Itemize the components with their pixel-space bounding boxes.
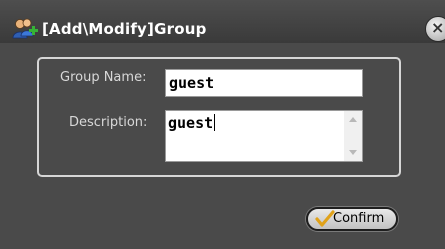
confirm-button[interactable]: Confirm [306,207,398,231]
group-dialog: [Add\Modify]Group × Group Name: Descript… [0,0,445,249]
scroll-down-arrow-icon[interactable] [344,146,362,160]
group-name-label: Group Name: [60,70,147,85]
close-icon: × [431,18,445,37]
confirm-label: Confirm [333,211,385,226]
group-name-input[interactable] [165,69,363,97]
description-value: guest [168,114,214,132]
dialog-title: [Add\Modify]Group [42,20,207,38]
description-text: guest [168,114,216,132]
close-button[interactable]: × [425,16,445,42]
description-scrollbar[interactable] [344,111,362,161]
scroll-up-arrow-icon[interactable] [344,112,362,126]
text-caret [214,114,216,131]
title-bar: [Add\Modify]Group × [0,0,445,43]
checkmark-icon [315,210,335,227]
description-textarea[interactable]: guest [165,110,363,162]
description-label: Description: [69,115,148,130]
users-add-icon [12,18,38,39]
